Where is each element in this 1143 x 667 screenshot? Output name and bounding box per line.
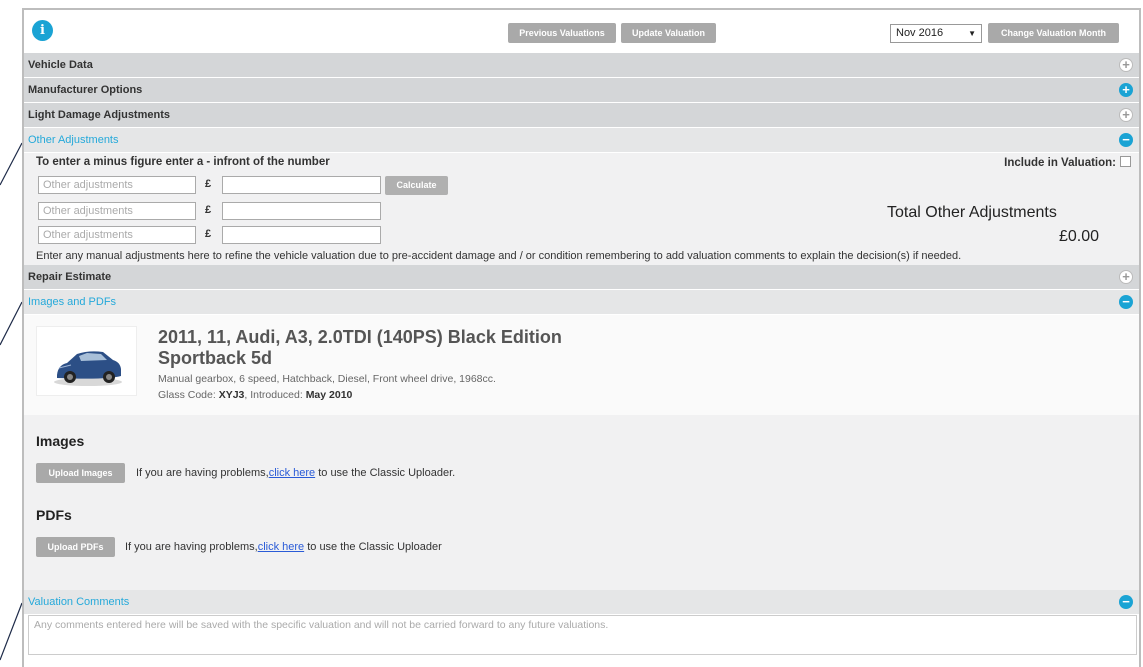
section-other-adjustments[interactable]: Other Adjustments − — [24, 128, 1139, 153]
pdfs-help-text: If you are having problems,click here to… — [125, 541, 442, 553]
adjustment-amount-input[interactable] — [222, 176, 381, 194]
currency-symbol: £ — [205, 204, 212, 216]
expand-icon[interactable]: + — [1119, 58, 1133, 72]
vehicle-title-line2: Sportback 5d — [158, 348, 273, 368]
section-title: Vehicle Data — [28, 59, 93, 71]
include-checkbox[interactable] — [1120, 156, 1131, 167]
section-title: Images and PDFs — [28, 296, 117, 308]
section-title: Manufacturer Options — [28, 84, 143, 96]
expand-icon[interactable]: + — [1119, 108, 1133, 122]
adjustment-name-input[interactable]: Other adjustments — [38, 202, 196, 220]
classic-uploader-link[interactable]: click here — [258, 541, 304, 553]
adjustment-amount-input[interactable] — [222, 202, 381, 220]
expand-icon[interactable]: + — [1119, 270, 1133, 284]
vehicle-thumbnail — [36, 326, 137, 396]
section-repair-estimate[interactable]: Repair Estimate + — [24, 265, 1139, 290]
section-valuation-comments[interactable]: Valuation Comments − — [24, 590, 1139, 615]
help-suffix: to use the Classic Uploader. — [315, 467, 456, 479]
vehicle-glass-code: Glass Code: XYJ3, Introduced: May 2010 — [158, 389, 352, 401]
help-suffix: to use the Classic Uploader — [304, 541, 442, 553]
section-manufacturer-options[interactable]: Manufacturer Options + — [24, 78, 1139, 103]
section-vehicle-data[interactable]: Vehicle Data + — [24, 53, 1139, 78]
pdfs-heading: PDFs — [36, 507, 72, 523]
section-images-pdfs[interactable]: Images and PDFs − — [24, 290, 1139, 315]
adjustments-note: Enter any manual adjustments here to ref… — [36, 250, 962, 262]
images-pdfs-panel: 2011, 11, Audi, A3, 2.0TDI (140PS) Black… — [24, 315, 1139, 590]
change-valuation-month-button[interactable]: Change Valuation Month — [988, 23, 1119, 43]
currency-symbol: £ — [205, 228, 212, 240]
info-icon[interactable]: i — [32, 20, 53, 41]
introduced-label: , Introduced: — [244, 389, 303, 401]
minus-instruction: To enter a minus figure enter a - infron… — [36, 156, 330, 168]
help-prefix: If you are having problems, — [136, 467, 269, 479]
introduced-value: May 2010 — [305, 389, 353, 401]
update-valuation-button[interactable]: Update Valuation — [621, 23, 716, 43]
vehicle-title-line1: 2011, 11, Audi, A3, 2.0TDI (140PS) Black… — [158, 327, 562, 347]
upload-images-button[interactable]: Upload Images — [36, 463, 125, 483]
valuation-comments-input[interactable]: Any comments entered here will be saved … — [28, 615, 1137, 655]
adjustment-name-input[interactable]: Other adjustments — [38, 176, 196, 194]
glass-code-label: Glass Code: — [158, 389, 216, 401]
help-prefix: If you are having problems, — [125, 541, 258, 553]
upload-pdfs-button[interactable]: Upload PDFs — [36, 537, 115, 557]
collapse-icon[interactable]: − — [1119, 133, 1133, 147]
section-title: Light Damage Adjustments — [28, 109, 170, 121]
include-label: Include in Valuation: — [1004, 157, 1116, 169]
vehicle-spec: Manual gearbox, 6 speed, Hatchback, Dies… — [158, 373, 496, 385]
adjustment-amount-input[interactable] — [222, 226, 381, 244]
collapse-icon[interactable]: − — [1119, 595, 1133, 609]
expand-icon[interactable]: + — [1119, 83, 1133, 97]
section-light-damage[interactable]: Light Damage Adjustments + — [24, 103, 1139, 128]
include-in-valuation: Include in Valuation: — [1004, 156, 1131, 169]
other-adjustments-panel: To enter a minus figure enter a - infron… — [24, 153, 1139, 265]
classic-uploader-link[interactable]: click here — [269, 467, 315, 479]
currency-symbol: £ — [205, 178, 212, 190]
car-image — [54, 351, 122, 386]
vehicle-summary: 2011, 11, Audi, A3, 2.0TDI (140PS) Black… — [24, 315, 1139, 415]
vehicle-title: 2011, 11, Audi, A3, 2.0TDI (140PS) Black… — [158, 327, 562, 369]
adjustment-name-input[interactable]: Other adjustments — [38, 226, 196, 244]
calculate-button[interactable]: Calculate — [385, 176, 448, 195]
previous-valuations-button[interactable]: Previous Valuations — [508, 23, 616, 43]
total-adjustments-value: £0.00 — [1058, 228, 1099, 245]
month-select-value: Nov 2016 — [896, 27, 944, 39]
glass-code-value: XYJ3 — [218, 389, 245, 401]
images-help-text: If you are having problems,click here to… — [136, 467, 455, 479]
top-toolbar: i Previous Valuations Update Valuation N… — [24, 10, 1139, 53]
section-title: Valuation Comments — [28, 596, 130, 608]
valuation-month-select[interactable]: Nov 2016 ▼ — [890, 24, 982, 43]
collapse-icon[interactable]: − — [1119, 295, 1133, 309]
section-title: Repair Estimate — [28, 271, 112, 283]
total-adjustments-label: Total Other Adjustments — [887, 204, 1057, 221]
section-title: Other Adjustments — [28, 134, 119, 146]
chevron-down-icon: ▼ — [968, 29, 976, 38]
images-heading: Images — [36, 433, 85, 449]
valuation-window: i Previous Valuations Update Valuation N… — [22, 8, 1141, 667]
